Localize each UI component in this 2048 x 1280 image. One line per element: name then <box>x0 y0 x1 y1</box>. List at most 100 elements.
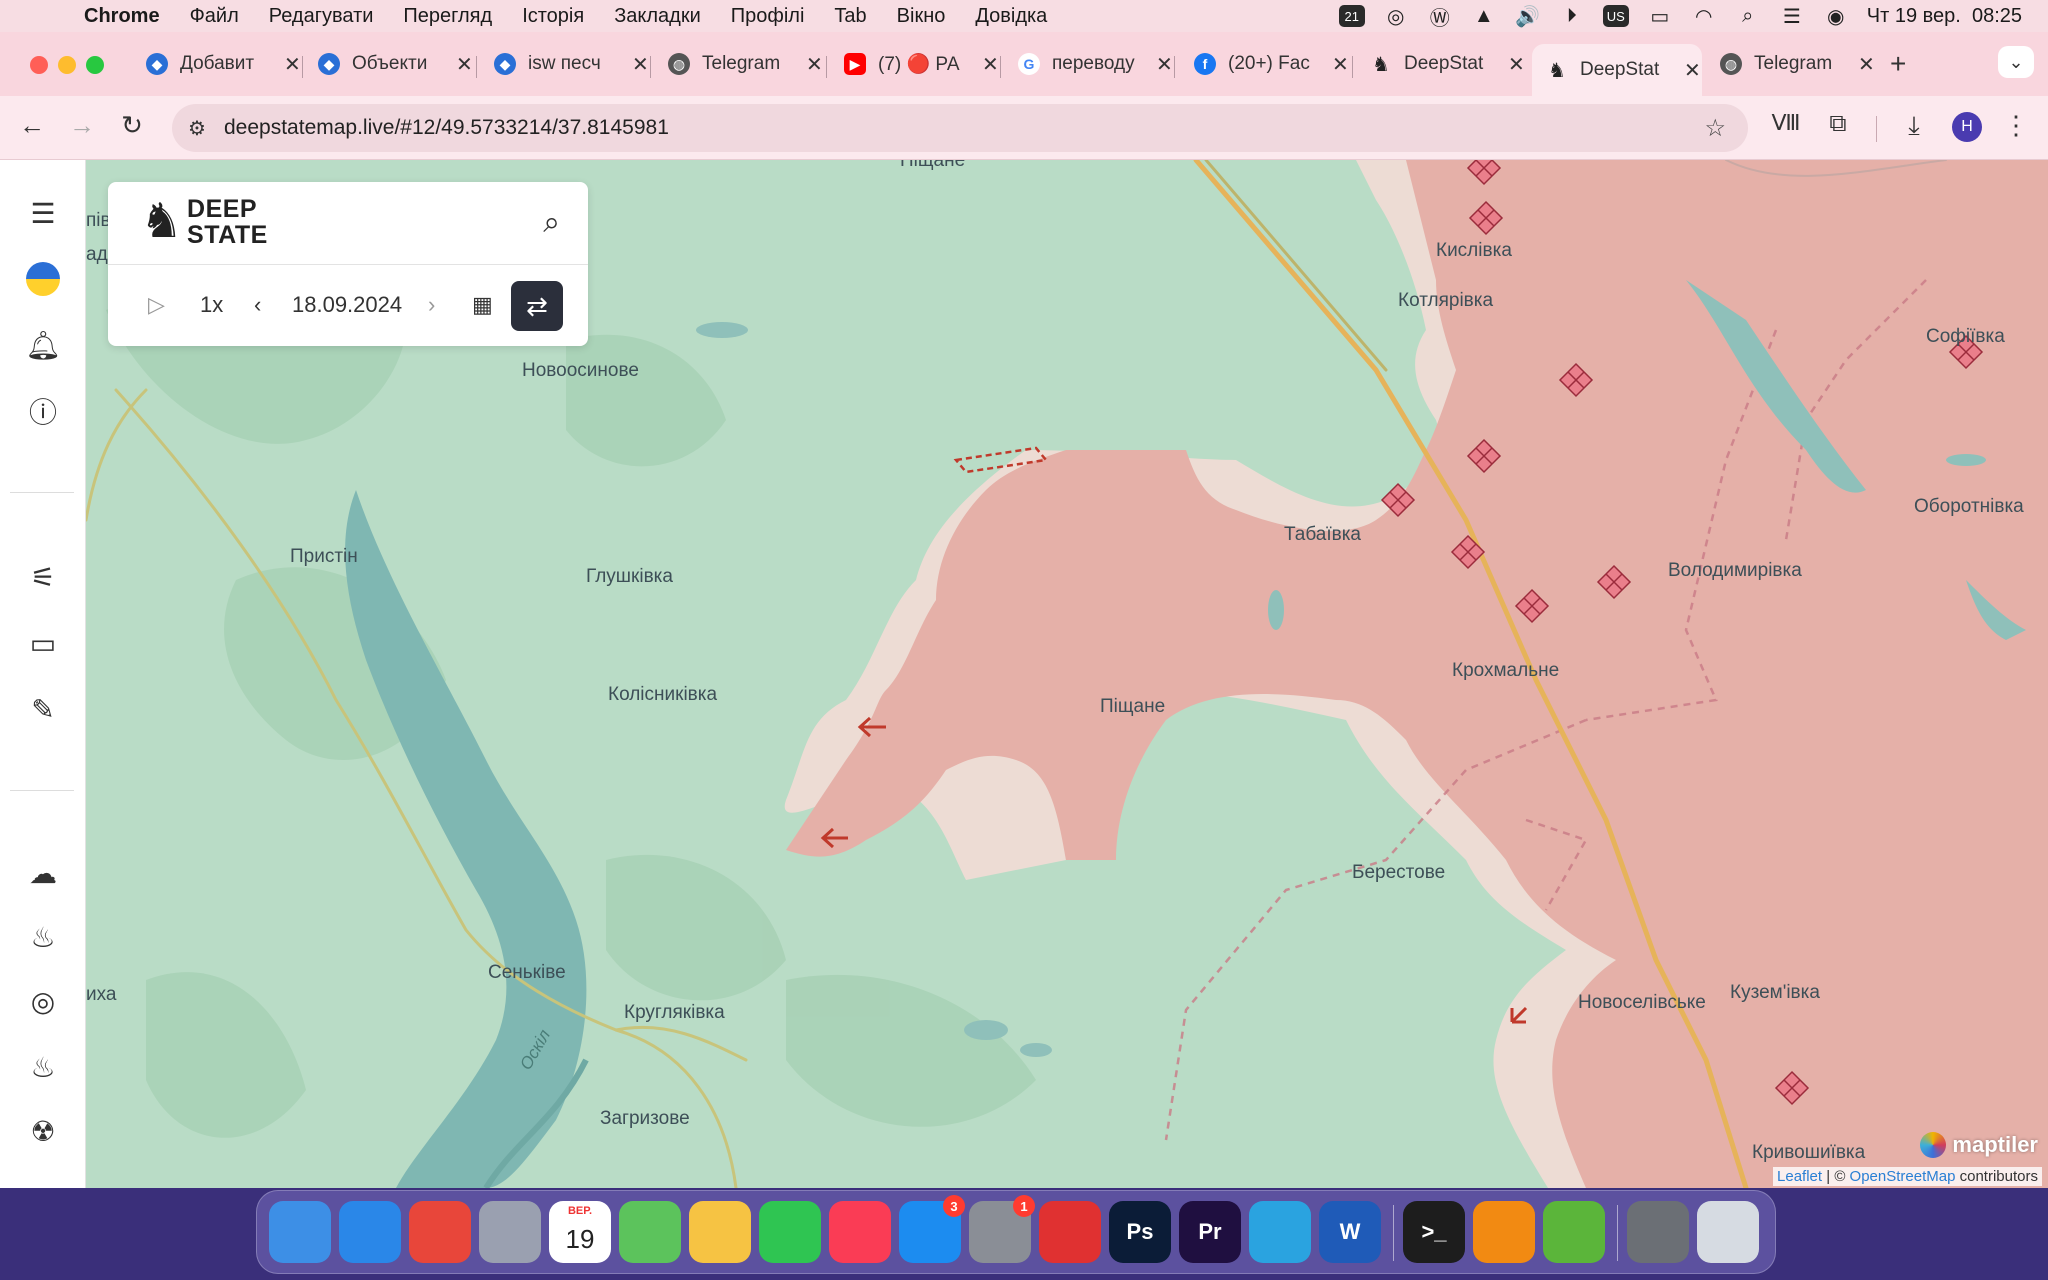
translate-extension-icon[interactable]: Ⅷ <box>1768 110 1804 136</box>
info-icon[interactable]: ⓘ <box>22 390 64 432</box>
menu-icon[interactable]: ☰ <box>22 192 64 234</box>
menu-tab[interactable]: Tab <box>834 5 866 28</box>
menu-edit[interactable]: Редагувати <box>269 5 374 28</box>
draw-icon[interactable]: ✎ <box>22 688 64 730</box>
extensions-icon[interactable]: ⧉ <box>1820 110 1856 138</box>
ruler-icon[interactable]: ▭ <box>22 622 64 664</box>
siri-icon[interactable]: ◉ <box>1823 5 1849 28</box>
music-icon[interactable] <box>829 1201 891 1263</box>
close-tab-icon[interactable]: ✕ <box>1858 52 1875 77</box>
close-tab-icon[interactable]: ✕ <box>456 52 473 77</box>
menu-file[interactable]: Файл <box>190 5 239 28</box>
calendar-icon[interactable]: ▦ <box>472 292 493 318</box>
tab-0[interactable]: ◆ Добавит ✕ <box>146 44 301 84</box>
maps-icon[interactable] <box>619 1201 681 1263</box>
tab-7[interactable]: ♞ DeepStat ✕ <box>1370 44 1525 84</box>
zoom-window-button[interactable] <box>86 56 104 74</box>
telegram-icon[interactable] <box>1249 1201 1311 1263</box>
wordpress-icon[interactable]: Ⓦ <box>1427 5 1453 30</box>
wifi-icon[interactable]: ◠ <box>1691 5 1717 28</box>
chrome-menu-icon[interactable]: ⋮ <box>1998 110 2034 141</box>
fire-icon[interactable]: ♨ <box>22 1046 64 1088</box>
close-tab-icon[interactable]: ✕ <box>284 52 301 77</box>
search-icon[interactable]: ⌕ <box>1735 5 1761 27</box>
settings-icon[interactable]: 1 <box>969 1195 1035 1263</box>
facetime-icon[interactable] <box>759 1201 821 1263</box>
tab-5[interactable]: G переводу ✕ <box>1018 44 1173 84</box>
address-bar[interactable]: ⚙ deepstatemap.live/#12/49.5733214/37.81… <box>172 104 1748 152</box>
bell-icon[interactable]: 🔔︎ <box>22 324 64 366</box>
photoshop-icon[interactable]: Ps <box>1109 1201 1171 1263</box>
vlc-icon[interactable] <box>1473 1201 1535 1263</box>
url-text[interactable]: deepstatemap.live/#12/49.5733214/37.8145… <box>224 116 669 140</box>
creative-cloud-icon[interactable]: ◎ <box>1383 5 1409 28</box>
tab-6[interactable]: f (20+) Fac ✕ <box>1194 44 1349 84</box>
close-tab-icon[interactable]: ✕ <box>1332 52 1349 77</box>
keyboard-layout-icon[interactable]: US <box>1602 5 1629 27</box>
site-info-icon[interactable]: ⚙ <box>188 116 206 141</box>
close-tab-icon[interactable]: ✕ <box>982 52 999 77</box>
forward-button[interactable]: → <box>64 110 100 141</box>
battery-icon[interactable]: ▭ <box>1647 5 1673 28</box>
back-button[interactable]: ← <box>14 110 50 141</box>
target-icon[interactable]: ◎ <box>22 980 64 1022</box>
tab-8-active[interactable]: ♞ DeepStat ✕ <box>1532 44 1702 96</box>
play-button[interactable]: ▷ <box>148 292 165 318</box>
reload-button[interactable]: ↻ <box>114 110 150 141</box>
datetime[interactable]: Чт 19 вер. 08:25 <box>1867 5 2022 28</box>
leaflet-link[interactable]: Leaflet <box>1777 1168 1822 1185</box>
close-tab-icon[interactable]: ✕ <box>1508 52 1525 77</box>
utorrent-icon[interactable] <box>1543 1201 1605 1263</box>
word-icon[interactable]: W <box>1319 1201 1381 1263</box>
search-icon[interactable]: ⌕ <box>543 206 560 240</box>
tab-3[interactable]: ◍ Telegram ✕ <box>668 44 823 84</box>
archive-icon[interactable] <box>1627 1201 1689 1263</box>
menu-bookmarks[interactable]: Закладки <box>614 5 701 28</box>
close-window-button[interactable] <box>30 56 48 74</box>
osm-link[interactable]: OpenStreetMap <box>1850 1168 1956 1185</box>
vlc-icon[interactable]: ▲ <box>1471 5 1497 27</box>
maptiler-logo[interactable]: maptiler <box>1920 1132 2038 1158</box>
close-tab-icon[interactable]: ✕ <box>806 52 823 77</box>
menu-profiles[interactable]: Профілі <box>731 5 805 28</box>
menu-history[interactable]: Історія <box>522 5 584 28</box>
tab-2[interactable]: ◆ isw песч ✕ <box>494 44 649 84</box>
appstore-icon[interactable]: 3 <box>899 1195 965 1263</box>
close-tab-icon[interactable]: ✕ <box>1156 52 1173 77</box>
cloud-status-icon[interactable]: 21 <box>1338 5 1365 27</box>
trash-icon[interactable] <box>1697 1201 1759 1263</box>
terminal-icon[interactable]: >_ <box>1403 1201 1465 1263</box>
play-icon[interactable]: ⏵ <box>1559 5 1585 27</box>
close-tab-icon[interactable]: ✕ <box>1684 58 1701 83</box>
previous-date-button[interactable]: ‹ <box>254 292 261 318</box>
new-tab-button[interactable]: + <box>1890 48 1906 80</box>
profile-avatar[interactable]: H <box>1952 112 1982 142</box>
volume-icon[interactable]: 🔊 <box>1515 5 1541 28</box>
tab-search-button[interactable]: ⌄ <box>1998 46 2034 78</box>
menu-view[interactable]: Перегляд <box>403 5 492 28</box>
finder-icon[interactable] <box>269 1201 331 1263</box>
tab-4[interactable]: ▶ (7) 🔴 РА ✕ <box>844 44 999 84</box>
explosion-icon[interactable]: ♨ <box>22 916 64 958</box>
ukraine-flag-icon[interactable] <box>22 258 64 300</box>
next-date-button[interactable]: › <box>428 292 435 318</box>
calendar-icon[interactable]: 19 ВЕР. <box>549 1201 611 1263</box>
tab-1[interactable]: ◆ Объекти ✕ <box>318 44 473 84</box>
speed-button[interactable]: 1x <box>200 292 223 318</box>
adblock-icon[interactable] <box>1039 1201 1101 1263</box>
chrome-icon[interactable] <box>409 1201 471 1263</box>
control-center-icon[interactable]: ☰ <box>1779 5 1805 28</box>
launchpad-icon[interactable] <box>479 1201 541 1263</box>
download-icon[interactable]: ⤓ <box>1896 110 1932 142</box>
photos-icon[interactable] <box>689 1201 751 1263</box>
tab-9[interactable]: ◍ Telegram ✕ <box>1720 44 1875 84</box>
date-display[interactable]: 18.09.2024 <box>292 292 402 318</box>
minimize-window-button[interactable] <box>58 56 76 74</box>
menu-help[interactable]: Довідка <box>975 5 1047 28</box>
premiere-icon[interactable]: Pr <box>1179 1201 1241 1263</box>
deepstate-logo[interactable]: ♞ DEEP STATE <box>140 196 268 248</box>
safari-icon[interactable] <box>339 1201 401 1263</box>
collapse-panel-button[interactable]: ⇄ <box>511 281 563 331</box>
menu-window[interactable]: Вікно <box>897 5 946 28</box>
bookmark-star-icon[interactable]: ☆ <box>1704 114 1726 143</box>
